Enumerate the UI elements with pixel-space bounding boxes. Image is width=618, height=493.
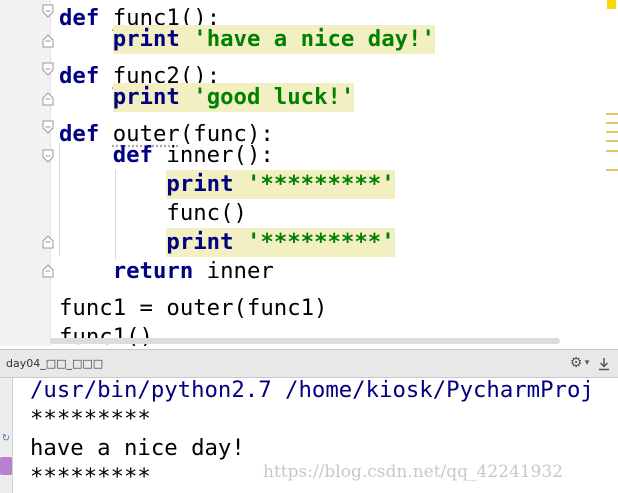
- code-line[interactable]: func(): [59, 199, 247, 228]
- fold-open-icon[interactable]: [42, 120, 54, 134]
- fold-close-icon[interactable]: [42, 92, 54, 106]
- code-line[interactable]: def func1():: [59, 0, 220, 31]
- code-token: print: [166, 228, 234, 257]
- console-output-line: *********: [30, 464, 151, 490]
- code-line[interactable]: def func2():: [59, 54, 220, 89]
- warning-indicator[interactable]: [607, 0, 616, 9]
- code-line[interactable]: print 'have a nice day!': [59, 25, 435, 54]
- console-output-line: *********: [30, 406, 151, 432]
- code-line[interactable]: print '*********': [59, 170, 395, 199]
- code-token: '*********': [246, 170, 395, 199]
- code-token: '*********': [246, 228, 395, 257]
- fold-open-icon[interactable]: [42, 149, 54, 163]
- code-token: [233, 170, 247, 199]
- code-token: func(): [166, 200, 247, 226]
- pin-icon[interactable]: [597, 355, 611, 372]
- code-line[interactable]: def inner():: [59, 141, 274, 170]
- run-tab-title[interactable]: day04_□□_□□□: [6, 350, 103, 377]
- code-line[interactable]: return inner: [59, 257, 274, 286]
- error-stripe[interactable]: [604, 0, 618, 346]
- run-toolbar: ↻: [0, 378, 13, 493]
- console-command: /usr/bin/python2.7 /home/kiosk/PycharmPr…: [30, 378, 594, 403]
- fold-close-icon[interactable]: [42, 264, 54, 278]
- code-token: 'have a nice day!': [193, 25, 435, 54]
- code-token: print: [166, 170, 234, 199]
- code-editor[interactable]: def func1(): print 'have a nice day!' def…: [0, 0, 618, 346]
- gear-icon[interactable]: ⚙: [568, 355, 584, 372]
- code-token: print: [112, 83, 180, 112]
- code-token: [179, 25, 194, 54]
- stripe-mark[interactable]: [606, 169, 618, 171]
- debug-icon[interactable]: [0, 457, 12, 475]
- horizontal-scrollbar[interactable]: [50, 338, 560, 344]
- fold-close-icon[interactable]: [42, 235, 54, 249]
- code-token: inner():: [152, 142, 274, 168]
- code-line[interactable]: func1 = outer(func1): [59, 286, 327, 321]
- code-token: 'good luck!': [193, 83, 355, 112]
- code-line[interactable]: print '*********': [59, 228, 395, 257]
- code-token: return: [112, 258, 194, 284]
- watermark: https://blog.csdn.net/qq_42241932: [263, 462, 564, 482]
- run-panel-header: day04_□□_□□□ ⚙ ▾: [0, 349, 618, 378]
- console-output-line: have a nice day!: [30, 435, 245, 461]
- stripe-mark[interactable]: [606, 131, 618, 133]
- code-token: [233, 228, 247, 257]
- fold-open-icon[interactable]: [42, 62, 54, 76]
- editor-gutter[interactable]: [0, 0, 51, 346]
- code-token: print: [112, 25, 180, 54]
- code-token: inner: [193, 258, 274, 284]
- code-line[interactable]: def outer(func):: [59, 112, 274, 147]
- code-line[interactable]: print 'good luck!': [59, 83, 355, 112]
- rerun-icon[interactable]: ↻: [0, 433, 12, 445]
- stripe-mark[interactable]: [606, 113, 618, 115]
- chevron-down-icon[interactable]: ▾: [583, 355, 591, 372]
- code-token: [179, 83, 194, 112]
- stripe-mark[interactable]: [606, 140, 618, 142]
- fold-open-icon[interactable]: [42, 4, 54, 18]
- stripe-mark[interactable]: [606, 150, 618, 152]
- stripe-mark[interactable]: [606, 122, 618, 124]
- fold-close-icon[interactable]: [42, 34, 54, 48]
- code-token: def: [112, 142, 153, 168]
